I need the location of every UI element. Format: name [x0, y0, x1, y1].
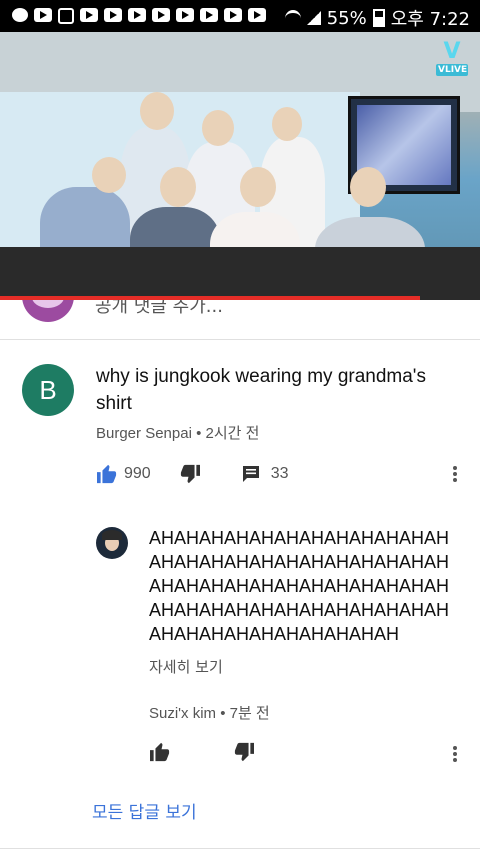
vlive-logo: V VLIVE [436, 40, 468, 80]
thumbs-up-icon [150, 742, 170, 762]
dislike-button[interactable] [179, 464, 201, 484]
video-face [272, 107, 302, 141]
reply-more-menu-icon[interactable] [452, 744, 458, 764]
video-face [160, 167, 196, 207]
divider [0, 848, 480, 849]
video-face [202, 110, 234, 146]
video-player[interactable]: V VLIVE [0, 32, 480, 300]
youtube-icon [80, 8, 98, 22]
status-right: 55% 오후 7:22 [284, 5, 470, 31]
read-more-link[interactable]: 자세히 보기 [149, 656, 223, 677]
video-face [240, 167, 276, 207]
youtube-icon [224, 8, 242, 22]
comment-author-avatar[interactable]: B [22, 364, 74, 416]
comment-text: why is jungkook wearing my grandma's shi… [96, 366, 426, 414]
video-sofa [0, 247, 480, 300]
video-face [350, 167, 386, 207]
clock: 오후 7:22 [390, 9, 470, 30]
youtube-icon [248, 8, 266, 22]
reply-like-button[interactable] [149, 742, 171, 766]
youtube-icon [128, 8, 146, 22]
reply-actions [149, 740, 255, 768]
battery-percent: 55% [326, 7, 367, 29]
comment-icon [242, 466, 259, 482]
comment-author-meta: Burger Senpai • 2시간 전 [96, 425, 260, 442]
youtube-icon [200, 8, 218, 22]
reply-dislike-button[interactable] [233, 742, 255, 766]
notification-icons [12, 8, 266, 24]
video-face [140, 92, 174, 130]
view-all-replies-link[interactable]: 모든 답글 보기 [92, 798, 197, 823]
reply-count: 33 [270, 465, 289, 482]
thumbs-down-icon [180, 464, 200, 484]
user-avatar [22, 300, 74, 322]
youtube-icon [152, 8, 170, 22]
add-comment-placeholder[interactable]: 공개 댓글 추가... [95, 300, 223, 318]
document-icon [58, 8, 74, 24]
like-button[interactable]: 990 [96, 464, 151, 484]
youtube-icon [104, 8, 122, 22]
signal-icon [306, 11, 321, 25]
divider [0, 339, 480, 340]
reply-author-avatar[interactable] [96, 527, 128, 559]
comment-more-menu-icon[interactable] [452, 464, 458, 484]
reply-button[interactable]: 33 [241, 464, 289, 484]
youtube-icon [34, 8, 52, 22]
comment-actions: 990 33 [96, 460, 289, 488]
reply-author-meta: Suzi'x kim • 7분 전 [149, 705, 270, 722]
add-comment-row[interactable]: 공개 댓글 추가... [0, 300, 480, 340]
youtube-icon [176, 8, 194, 22]
vlive-v-icon: V [443, 39, 461, 64]
wifi-icon [284, 9, 301, 27]
thumbs-down-icon [234, 742, 254, 762]
battery-icon [372, 9, 385, 27]
status-bar: 55% 오후 7:22 [0, 0, 480, 32]
vlive-badge-label: VLIVE [436, 64, 468, 76]
thumbs-up-icon [97, 464, 117, 484]
reply-text: AHAHAHAHAHAHAHAHAHAHAHAHAHAHAHAHAHAHAHAH… [149, 528, 450, 644]
video-face [92, 157, 126, 193]
like-count: 990 [124, 465, 151, 482]
message-bubble-icon [12, 8, 28, 22]
